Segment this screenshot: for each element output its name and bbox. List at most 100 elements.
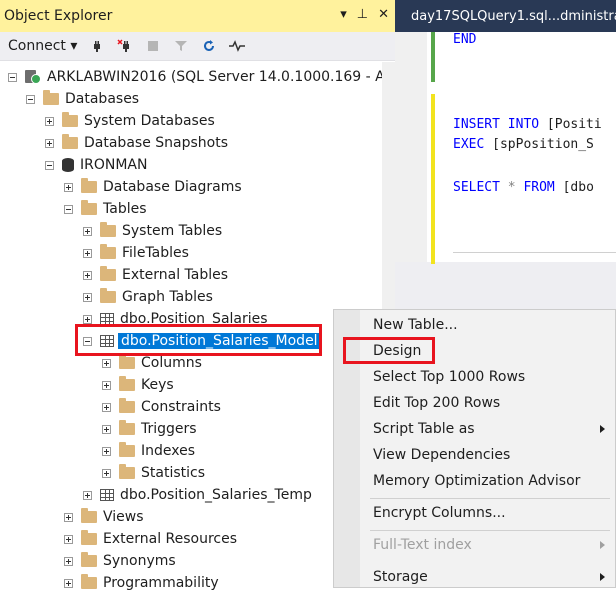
- collapse-icon[interactable]: [26, 94, 35, 104]
- menu-item-edit-top[interactable]: Edit Top 200 Rows: [373, 391, 500, 415]
- editor-divider: [453, 252, 616, 253]
- tree-label: dbo.Position_Salaries_Temp: [120, 487, 312, 503]
- tree-node-programmability[interactable]: Programmability: [64, 572, 219, 594]
- tree-label: Triggers: [141, 421, 197, 437]
- expand-icon[interactable]: [83, 226, 92, 236]
- tree-node-system-databases[interactable]: System Databases: [45, 110, 215, 132]
- expand-icon[interactable]: [45, 138, 54, 148]
- expand-icon[interactable]: [64, 512, 73, 522]
- expand-icon[interactable]: [102, 380, 111, 390]
- tree-node-statistics[interactable]: Statistics: [102, 462, 205, 484]
- object-explorer-title: Object Explorer: [4, 8, 113, 24]
- connect-plug-icon[interactable]: [89, 38, 105, 54]
- expand-icon[interactable]: [83, 248, 92, 258]
- menu-item-script-table[interactable]: Script Table as: [373, 417, 475, 441]
- expand-icon[interactable]: [102, 402, 111, 412]
- pushpin-icon[interactable]: ⊥: [357, 7, 368, 22]
- tree-node-views[interactable]: Views: [64, 506, 144, 528]
- tree-node-indexes[interactable]: Indexes: [102, 440, 195, 462]
- expand-icon[interactable]: [83, 490, 92, 500]
- folder-icon: [119, 398, 135, 413]
- folder-icon: [81, 574, 97, 589]
- folder-icon: [81, 508, 97, 523]
- tree-label: Views: [103, 509, 144, 525]
- expand-icon[interactable]: [102, 424, 111, 434]
- tree-node-constraints[interactable]: Constraints: [102, 396, 221, 418]
- tree-node-database-diagrams[interactable]: Database Diagrams: [64, 176, 242, 198]
- server-icon: [25, 70, 41, 84]
- tree-node-keys[interactable]: Keys: [102, 374, 174, 396]
- folder-icon: [119, 376, 135, 391]
- menu-item-view-dependencies[interactable]: View Dependencies: [373, 443, 510, 467]
- tree-node-synonyms[interactable]: Synonyms: [64, 550, 176, 572]
- activity-monitor-icon[interactable]: [229, 38, 246, 54]
- connect-label: Connect: [8, 38, 66, 54]
- code-editor[interactable]: END INSERT INTO [Positi EXEC [spPosition…: [395, 32, 616, 264]
- tree-node-database-snapshots[interactable]: Database Snapshots: [45, 132, 228, 154]
- folder-icon: [119, 420, 135, 435]
- folder-icon: [100, 244, 116, 259]
- expand-icon[interactable]: [64, 534, 73, 544]
- tree-node-databases[interactable]: Databases: [26, 88, 139, 110]
- close-icon[interactable]: ✕: [378, 7, 389, 22]
- tree-node-external-tables[interactable]: External Tables: [83, 264, 228, 286]
- tree-node-position-salaries-temp[interactable]: dbo.Position_Salaries_Temp: [83, 484, 312, 506]
- menu-item-storage[interactable]: Storage: [373, 565, 428, 589]
- tree-node-ironman[interactable]: IRONMAN: [45, 154, 147, 176]
- menu-item-full-text-index[interactable]: Full-Text index: [373, 533, 472, 557]
- connect-button[interactable]: Connect ▾: [8, 38, 77, 54]
- window-position-icon[interactable]: ▾: [340, 7, 347, 22]
- expand-icon[interactable]: [45, 116, 54, 126]
- object-explorer-tree: ARKLABWIN2016 (SQL Server 14.0.1000.169 …: [0, 62, 404, 591]
- expand-icon[interactable]: [102, 358, 111, 368]
- tree-label: Constraints: [141, 399, 221, 415]
- expand-icon[interactable]: [64, 556, 73, 566]
- menu-separator: [370, 498, 610, 499]
- tree-label: Indexes: [141, 443, 196, 459]
- tree-node-graph-tables[interactable]: Graph Tables: [83, 286, 213, 308]
- tree-label: Graph Tables: [122, 289, 213, 305]
- filter-icon[interactable]: [173, 38, 189, 54]
- expand-icon[interactable]: [83, 314, 92, 324]
- tree-label: External Tables: [122, 267, 229, 283]
- folder-icon: [81, 530, 97, 545]
- collapse-icon[interactable]: [64, 204, 73, 214]
- tree-label: External Resources: [103, 531, 238, 547]
- tree-node-system-tables[interactable]: System Tables: [83, 220, 222, 242]
- collapse-icon[interactable]: [45, 160, 54, 170]
- menu-item-memory-optimization[interactable]: Memory Optimization Advisor: [373, 469, 580, 493]
- highlight-box-table: [75, 324, 322, 356]
- tree-label: Database Snapshots: [84, 135, 228, 151]
- expand-icon[interactable]: [83, 270, 92, 280]
- disconnect-icon[interactable]: [117, 38, 133, 54]
- collapse-icon[interactable]: [8, 72, 17, 82]
- menu-item-select-top[interactable]: Select Top 1000 Rows: [373, 365, 525, 389]
- code-line-end: END: [453, 32, 477, 47]
- code-line-exec: EXEC [spPosition_S: [453, 137, 594, 152]
- expand-icon[interactable]: [83, 292, 92, 302]
- menu-separator: [370, 530, 610, 531]
- menu-item-new-table[interactable]: New Table...: [373, 313, 458, 337]
- editor-tab[interactable]: day17SQLQuery1.sql...dministrat: [395, 0, 616, 32]
- tree-label: Statistics: [141, 465, 205, 481]
- expand-icon[interactable]: [102, 468, 111, 478]
- expand-icon[interactable]: [64, 182, 73, 192]
- change-bar-saved: [431, 32, 435, 82]
- folder-icon: [81, 200, 97, 215]
- tree-node-external-resources[interactable]: External Resources: [64, 528, 237, 550]
- tree-node-tables[interactable]: Tables: [64, 198, 147, 220]
- expand-icon[interactable]: [102, 446, 111, 456]
- refresh-icon[interactable]: [201, 38, 217, 54]
- expand-icon[interactable]: [64, 578, 73, 588]
- folder-icon: [62, 134, 78, 149]
- tree-node-triggers[interactable]: Triggers: [102, 418, 197, 440]
- tree-node-filetables[interactable]: FileTables: [83, 242, 189, 264]
- folder-icon: [119, 442, 135, 457]
- folder-icon: [119, 354, 135, 369]
- tree-node-server[interactable]: ARKLABWIN2016 (SQL Server 14.0.1000.169 …: [8, 66, 404, 88]
- menu-item-encrypt-columns[interactable]: Encrypt Columns...: [373, 501, 506, 525]
- tree-label: Programmability: [103, 575, 219, 591]
- folder-icon: [43, 90, 59, 105]
- code-line-insert: INSERT INTO [Positi: [453, 117, 602, 132]
- stop-icon[interactable]: [145, 38, 161, 54]
